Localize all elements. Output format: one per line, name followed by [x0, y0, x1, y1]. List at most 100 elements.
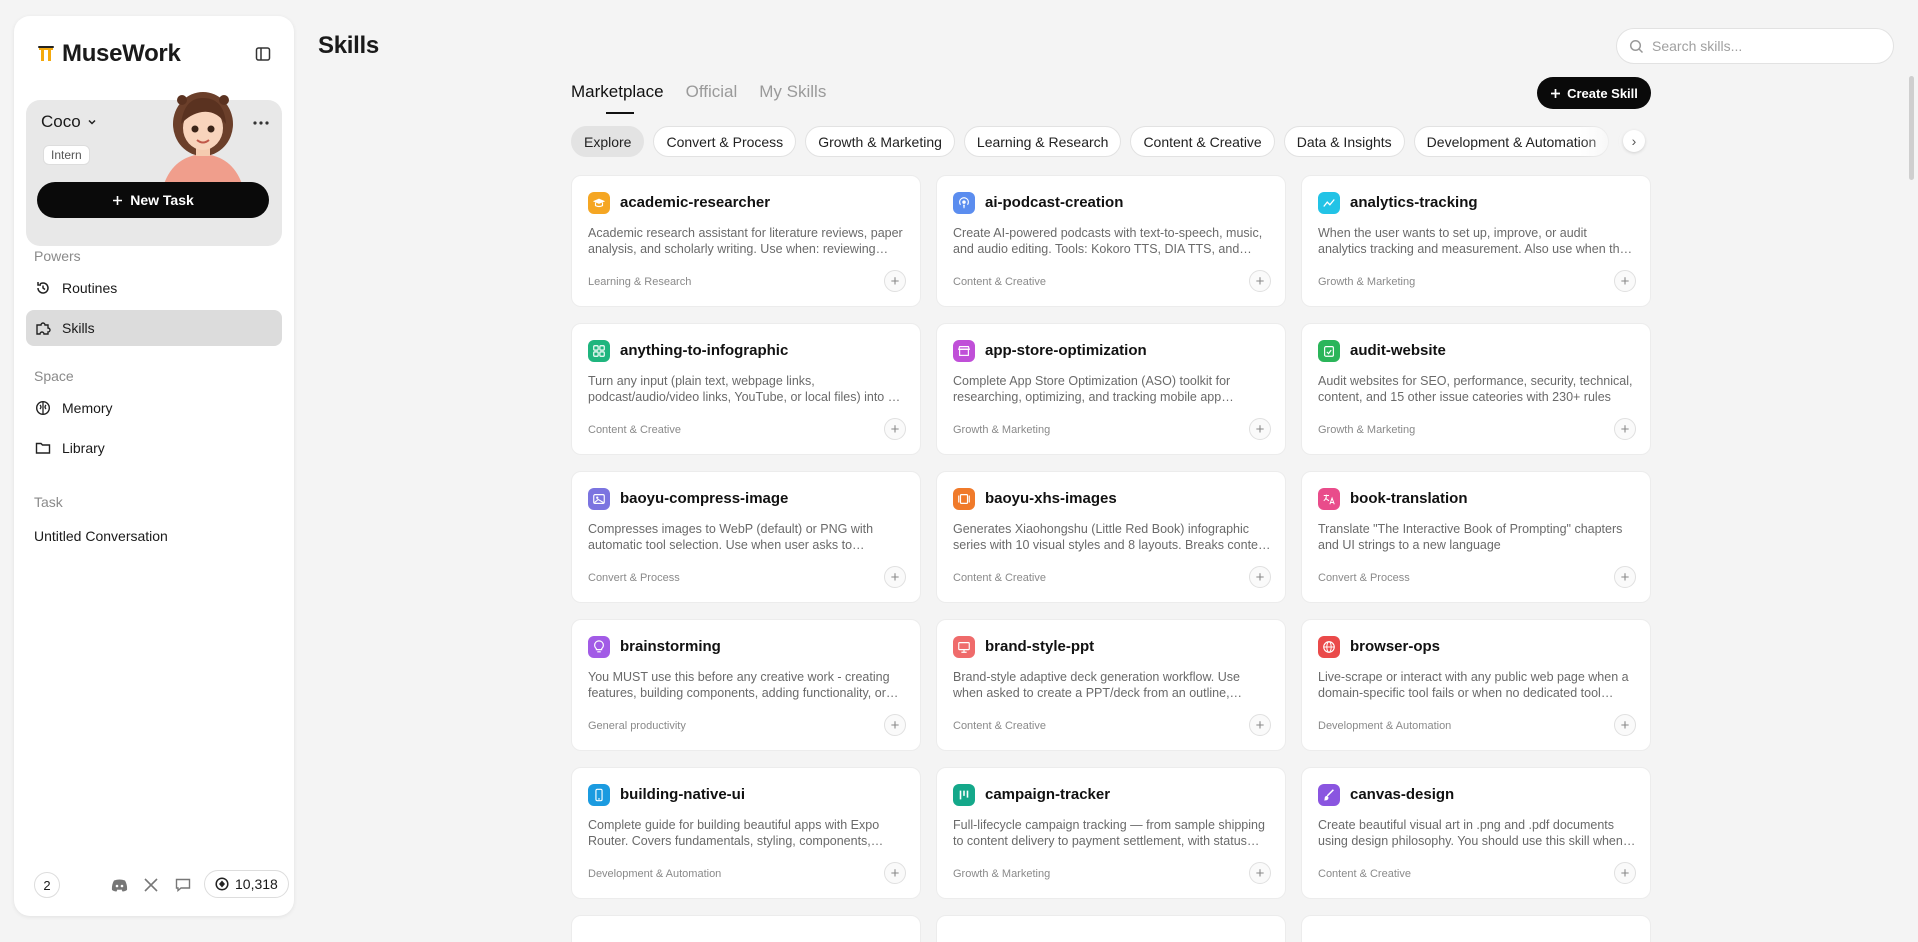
category-chip[interactable]: Data & Insights: [1283, 126, 1405, 157]
sidebar-item-library[interactable]: Library: [26, 430, 282, 466]
skill-card[interactable]: [571, 915, 921, 942]
clipboard-check-icon: [1318, 340, 1340, 362]
skill-card[interactable]: brainstorming You MUST use this before an…: [571, 619, 921, 751]
skill-name: campaign-tracker: [985, 786, 1111, 803]
skill-card[interactable]: baoyu-xhs-images Generates Xiaohongshu (L…: [936, 471, 1286, 603]
add-skill-button[interactable]: +: [884, 862, 906, 884]
collapse-sidebar-icon[interactable]: [252, 43, 274, 65]
skill-category: Content & Creative: [588, 424, 681, 436]
tab-my-skills[interactable]: My Skills: [759, 82, 826, 102]
add-skill-button[interactable]: +: [884, 270, 906, 292]
credits-badge[interactable]: 10,318: [204, 870, 289, 898]
agent-role-badge: Intern: [43, 145, 90, 165]
globe-icon: [1318, 636, 1340, 658]
tab-marketplace[interactable]: Marketplace: [571, 82, 664, 114]
skill-card[interactable]: book-translation Translate "The Interacti…: [1301, 471, 1651, 603]
sidebar-item-label: Library: [62, 440, 105, 456]
sidebar-footer: 2 10,318: [34, 870, 289, 900]
add-skill-button[interactable]: +: [1249, 270, 1271, 292]
skill-card[interactable]: app-store-optimization Complete App Store…: [936, 323, 1286, 455]
agent-switcher[interactable]: Coco: [41, 112, 97, 132]
skill-category: Learning & Research: [588, 276, 692, 288]
skill-card[interactable]: audit-website Audit websites for SEO, per…: [1301, 323, 1651, 455]
page-title: Skills: [318, 32, 379, 59]
add-skill-button[interactable]: +: [884, 714, 906, 736]
skill-name: ai-podcast-creation: [985, 194, 1124, 211]
add-skill-button[interactable]: +: [1249, 862, 1271, 884]
brand-name: MuseWork: [62, 40, 181, 67]
skill-category: Content & Creative: [953, 276, 1046, 288]
skill-name: book-translation: [1350, 490, 1468, 507]
space-section-label: Space: [34, 368, 74, 384]
mobile-icon: [588, 784, 610, 806]
skill-card[interactable]: baoyu-compress-image Compresses images to…: [571, 471, 921, 603]
skill-card[interactable]: campaign-tracker Full-lifecycle campaign …: [936, 767, 1286, 899]
create-skill-button[interactable]: Create Skill: [1537, 77, 1651, 109]
folder-icon: [34, 439, 52, 457]
skill-category: Content & Creative: [953, 572, 1046, 584]
add-skill-button[interactable]: +: [1614, 418, 1636, 440]
add-skill-button[interactable]: +: [1614, 270, 1636, 292]
skill-description: Complete App Store Optimization (ASO) to…: [953, 374, 1231, 404]
new-task-button[interactable]: New Task: [37, 182, 269, 218]
count-badge[interactable]: 2: [34, 872, 60, 898]
graduation-cap-icon: [588, 192, 610, 214]
more-options-icon[interactable]: [252, 118, 270, 128]
add-skill-button[interactable]: +: [1249, 418, 1271, 440]
skill-card[interactable]: canvas-design Create beautiful visual art…: [1301, 767, 1651, 899]
skill-category: Growth & Marketing: [1318, 424, 1416, 436]
add-skill-button[interactable]: +: [1614, 714, 1636, 736]
discord-icon[interactable]: [109, 875, 129, 895]
search-box[interactable]: [1616, 28, 1894, 64]
skill-card[interactable]: brand-style-ppt Brand-style adaptive deck…: [936, 619, 1286, 751]
tab-official[interactable]: Official: [686, 82, 738, 102]
category-chip[interactable]: Content & Creative: [1130, 126, 1275, 157]
skill-card[interactable]: academic-researcher Academic research ass…: [571, 175, 921, 307]
skill-name: brainstorming: [620, 638, 721, 655]
sidebar-item-label: Routines: [62, 280, 118, 296]
skill-card[interactable]: ai-podcast-creation Create AI-powered pod…: [936, 175, 1286, 307]
category-chip[interactable]: Explore: [571, 126, 645, 157]
skill-description: Full-lifecycle campaign tracking — from …: [953, 818, 1265, 848]
brand[interactable]: MuseWork: [36, 40, 181, 68]
presentation-icon: [953, 636, 975, 658]
skill-category: Growth & Marketing: [1318, 276, 1416, 288]
feedback-icon[interactable]: [173, 875, 193, 895]
search-input[interactable]: [1652, 38, 1872, 54]
sidebar-item-memory[interactable]: Memory: [26, 390, 282, 426]
x-icon[interactable]: [141, 875, 161, 895]
skill-card[interactable]: browser-ops Live-scrape or interact with …: [1301, 619, 1651, 751]
add-skill-button[interactable]: +: [1614, 566, 1636, 588]
sidebar-item-routines[interactable]: Routines: [26, 270, 282, 306]
skill-card[interactable]: analytics-tracking When the user wants to…: [1301, 175, 1651, 307]
add-skill-button[interactable]: +: [1614, 862, 1636, 884]
skill-card[interactable]: [936, 915, 1286, 942]
scrollbar[interactable]: [1909, 76, 1914, 180]
chevron-right-icon[interactable]: ›: [1623, 130, 1645, 152]
skill-card[interactable]: anything-to-infographic Turn any input (p…: [571, 323, 921, 455]
add-skill-button[interactable]: +: [884, 566, 906, 588]
skill-card[interactable]: [1301, 915, 1651, 942]
skill-card[interactable]: building-native-ui Complete guide for bui…: [571, 767, 921, 899]
image-icon: [588, 488, 610, 510]
skill-description: Complete guide for building beautiful ap…: [588, 818, 880, 848]
skill-category: General productivity: [588, 720, 686, 732]
skill-name: baoyu-compress-image: [620, 490, 789, 507]
category-chip[interactable]: Growth & Marketing: [805, 126, 955, 157]
task-item[interactable]: Untitled Conversation: [34, 528, 168, 544]
musework-logo-icon: [38, 46, 54, 61]
skill-category: Growth & Marketing: [953, 424, 1051, 436]
skill-description: Audit websites for SEO, performance, sec…: [1318, 374, 1633, 404]
add-skill-button[interactable]: +: [884, 418, 906, 440]
skill-description: Create AI-powered podcasts with text-to-…: [953, 226, 1263, 256]
skill-name: anything-to-infographic: [620, 342, 789, 359]
add-skill-button[interactable]: +: [1249, 566, 1271, 588]
plus-icon: [1551, 88, 1561, 98]
sidebar-item-skills[interactable]: Skills: [26, 310, 282, 346]
add-skill-button[interactable]: +: [1249, 714, 1271, 736]
skills-tabs: Marketplace Official My Skills: [571, 82, 826, 114]
category-chip[interactable]: Convert & Process: [653, 126, 797, 157]
category-chip[interactable]: Learning & Research: [963, 126, 1122, 157]
skill-description: Academic research assistant for literatu…: [588, 226, 903, 256]
new-task-label: New Task: [130, 192, 194, 208]
